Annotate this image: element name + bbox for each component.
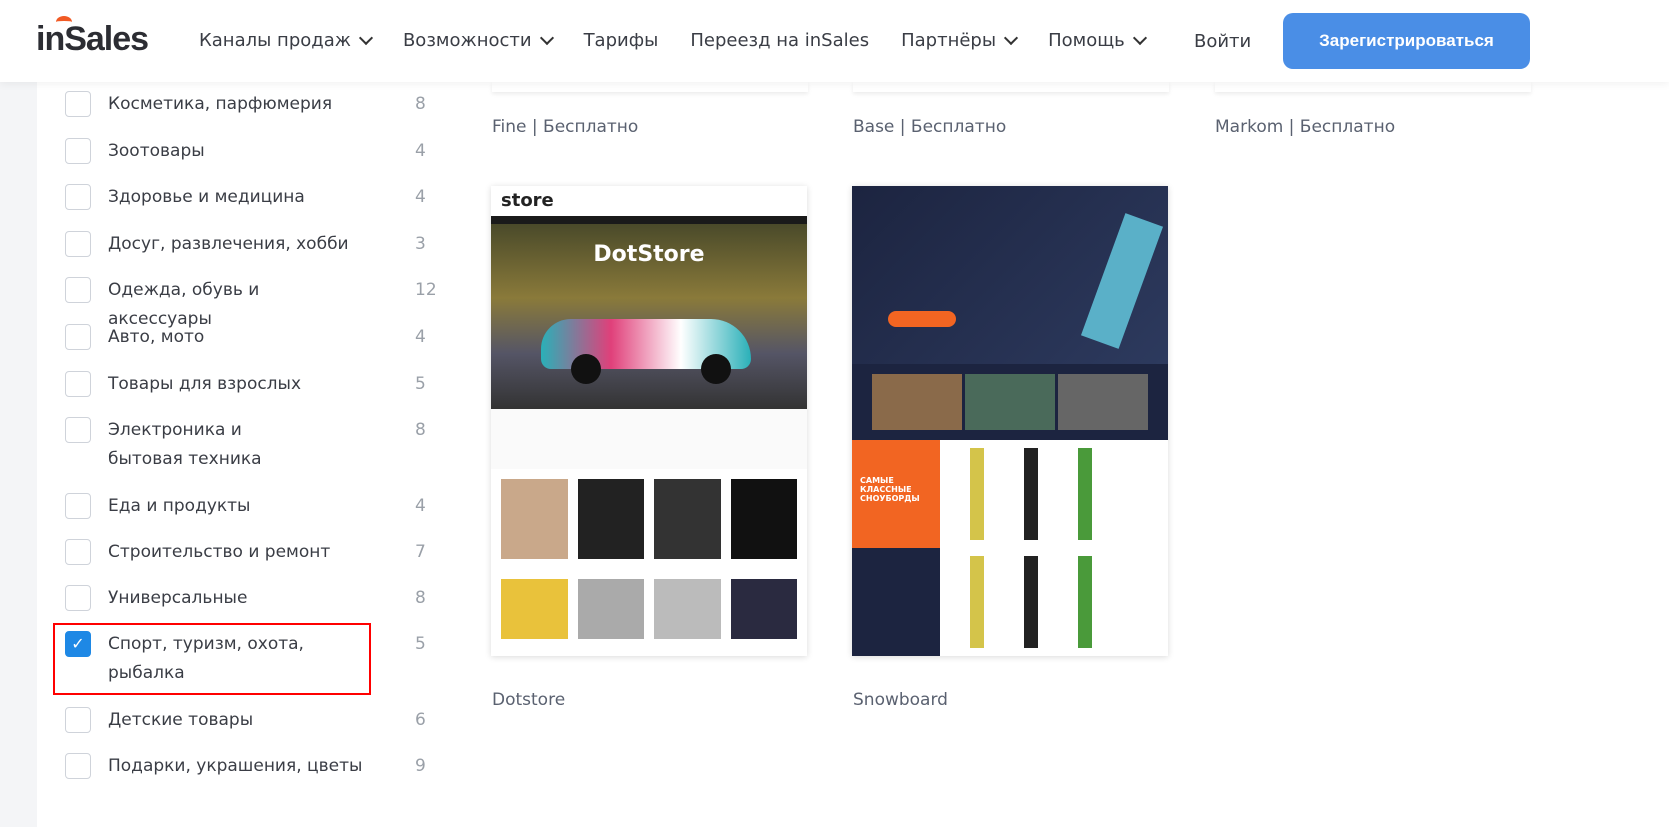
- category-count: 4: [415, 327, 426, 347]
- category-item[interactable]: Здоровье и медицина 4: [65, 183, 426, 212]
- checkbox[interactable]: [65, 91, 91, 117]
- theme-caption-snowboard[interactable]: Snowboard: [853, 690, 948, 710]
- category-label: Косметика, парфюмерия: [108, 94, 333, 114]
- category-filter: Косметика, парфюмерия 8 Зоотовары 4 Здоровье…: [37, 82, 445, 827]
- category-item[interactable]: Зоотовары 4: [65, 137, 426, 166]
- category-label: Строительство и ремонт: [108, 542, 331, 562]
- nav-item[interactable]: Каналы продаж: [199, 30, 374, 51]
- checkbox[interactable]: [65, 324, 91, 350]
- theme-thumb-markom[interactable]: [1215, 82, 1531, 92]
- chevron-down-icon: [358, 30, 374, 46]
- checkbox[interactable]: [65, 753, 91, 779]
- category-label: Товары для взрослых: [108, 374, 302, 394]
- nav-item-label: Возможности: [402, 30, 532, 51]
- theme-thumb-fine[interactable]: [492, 82, 808, 92]
- category-count: 4: [415, 496, 426, 516]
- register-button[interactable]: Зарегистрироваться: [1283, 13, 1530, 69]
- checkbox[interactable]: [65, 277, 91, 303]
- header: inSales Каналы продаж Возможности Тарифы Пе…: [0, 0, 1669, 82]
- category-count: 4: [415, 187, 426, 207]
- theme-caption-base[interactable]: Base | Бесплатно: [853, 117, 1006, 137]
- category-count: 9: [415, 756, 426, 776]
- chevron-down-icon: [539, 30, 554, 46]
- category-item[interactable]: Универсальные 8: [65, 584, 426, 613]
- category-item[interactable]: Косметика, парфюмерия 8: [65, 90, 426, 119]
- category-item[interactable]: Еда и продукты 4: [65, 492, 426, 521]
- checkbox[interactable]: [65, 417, 91, 443]
- nav-item[interactable]: Партнёры: [901, 30, 1019, 51]
- preview-banner: САМЫЕ КЛАССНЫЕ СНОУБОРДЫ: [852, 440, 940, 548]
- checkbox[interactable]: [65, 231, 91, 257]
- category-count: 3: [415, 234, 426, 254]
- category-label: Спорт, туризм, охота, рыбалка: [108, 634, 304, 683]
- category-item[interactable]: ✓ Спорт, туризм, охота, рыбалка 5: [65, 630, 426, 688]
- category-item[interactable]: Досуг, развлечения, хобби 3: [65, 230, 426, 259]
- theme-thumb-base[interactable]: [853, 82, 1169, 92]
- category-count: 8: [415, 588, 426, 608]
- nav-item-label: Партнёры: [901, 30, 997, 51]
- theme-caption-markom[interactable]: Markom | Бесплатно: [1215, 117, 1395, 137]
- login-link[interactable]: Войти: [1194, 31, 1251, 52]
- category-label: Авто, мото: [108, 327, 205, 347]
- category-item[interactable]: Подарки, украшения, цветы 9: [65, 752, 426, 781]
- category-count: 12: [415, 280, 437, 300]
- themes-grid: Fine | Бесплатно Base | Бесплатно Markom…: [445, 82, 1669, 827]
- category-count: 5: [415, 374, 426, 394]
- nav-item-label: Переезд на inSales: [690, 30, 870, 51]
- category-count: 6: [415, 710, 426, 730]
- nav-item[interactable]: Переезд на inSales: [690, 30, 869, 51]
- category-item[interactable]: Детские товары 6: [65, 706, 426, 735]
- nav-item-label: Тарифы: [583, 30, 659, 51]
- nav-item-label: Каналы продаж: [199, 30, 351, 51]
- nav-item[interactable]: Тарифы: [584, 30, 659, 51]
- category-label: Досуг, развлечения, хобби: [108, 234, 349, 254]
- category-count: 8: [415, 420, 426, 440]
- nav-item-label: Помощь: [1048, 30, 1125, 51]
- logo-text: inSales: [36, 20, 149, 58]
- nav-item[interactable]: Помощь: [1048, 30, 1147, 51]
- theme-caption-fine[interactable]: Fine | Бесплатно: [492, 117, 638, 137]
- checkbox[interactable]: [65, 184, 91, 210]
- category-item[interactable]: Электроника и бытовая техника 8: [65, 416, 426, 474]
- category-label: Зоотовары: [108, 141, 205, 161]
- category-label: Электроника и бытовая техника: [108, 420, 262, 469]
- category-count: 7: [415, 542, 426, 562]
- checkbox[interactable]: [65, 707, 91, 733]
- category-label: Детские товары: [108, 710, 254, 730]
- theme-preview-snowboard[interactable]: САМЫЕ КЛАССНЫЕ СНОУБОРДЫ: [852, 186, 1168, 656]
- category-item[interactable]: Авто, мото 4: [65, 323, 426, 352]
- category-label: Здоровье и медицина: [108, 187, 305, 207]
- checkbox[interactable]: [65, 138, 91, 164]
- category-count: 4: [415, 141, 426, 161]
- category-label: Еда и продукты: [108, 496, 251, 516]
- checkbox[interactable]: ✓: [65, 631, 91, 657]
- nav-item[interactable]: Возможности: [402, 30, 554, 51]
- preview-logo: store: [501, 190, 554, 211]
- preview-title: DotStore: [593, 242, 705, 267]
- category-item[interactable]: Товары для взрослых 5: [65, 370, 426, 399]
- insales-logo[interactable]: inSales: [36, 16, 149, 59]
- checkbox[interactable]: [65, 493, 91, 519]
- main-nav: Каналы продаж Возможности Тарифы Переезд на…: [199, 30, 1147, 51]
- checkbox[interactable]: [65, 539, 91, 565]
- category-label: Подарки, украшения, цветы: [108, 756, 363, 776]
- theme-caption-dotstore[interactable]: Dotstore: [492, 690, 565, 710]
- category-item[interactable]: Строительство и ремонт 7: [65, 538, 426, 567]
- chevron-down-icon: [1132, 30, 1147, 46]
- category-count: 5: [415, 634, 426, 654]
- category-label: Универсальные: [108, 588, 248, 608]
- category-count: 8: [415, 94, 426, 114]
- checkbox[interactable]: [65, 371, 91, 397]
- chevron-down-icon: [1003, 30, 1019, 46]
- theme-preview-dotstore[interactable]: store DotStore: [491, 186, 807, 656]
- checkbox[interactable]: [65, 585, 91, 611]
